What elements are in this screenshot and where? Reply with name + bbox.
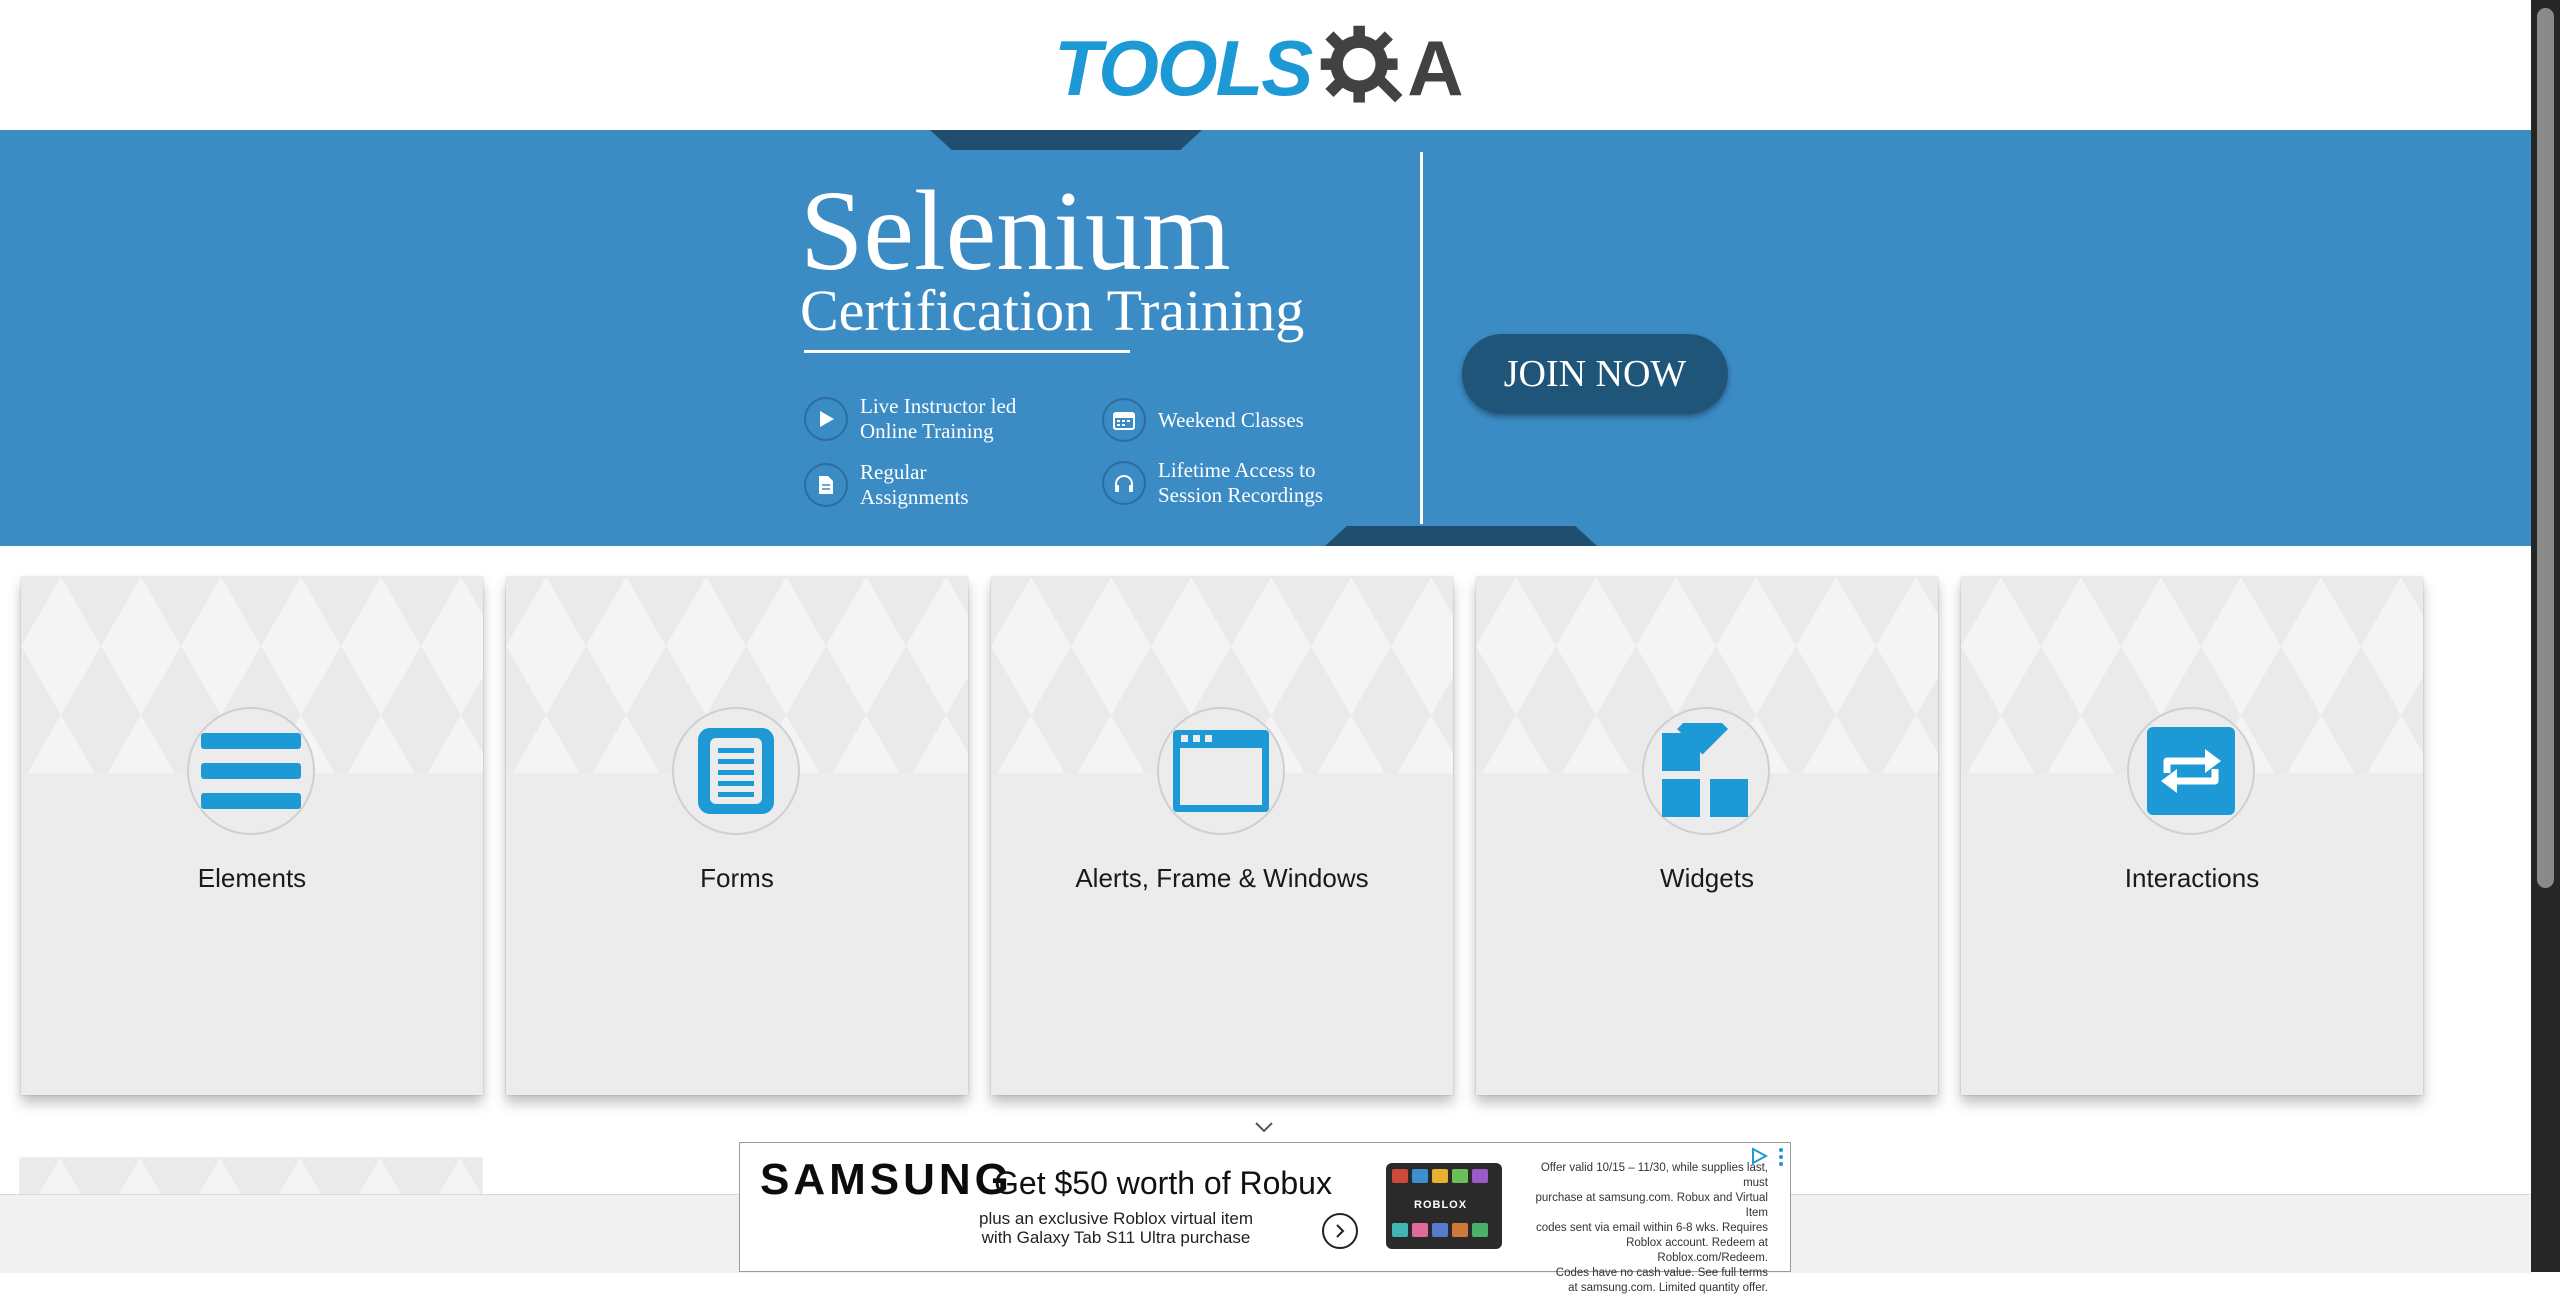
swap-arrows-icon	[2127, 707, 2255, 835]
advertisement[interactable]: SAMSUNG Get $50 worth of Robux plus an e…	[739, 1142, 1791, 1294]
vertical-scrollbar[interactable]	[2531, 0, 2560, 1272]
card-label: Forms	[700, 863, 774, 893]
category-card-elements[interactable]: Elements	[21, 577, 483, 1095]
ad-subtext: plus an exclusive Roblox virtual item wi…	[978, 1209, 1253, 1247]
scrollbar-thumb[interactable]	[2537, 8, 2554, 888]
banner-feature-label: Lifetime Access to Session Recordings	[1158, 458, 1324, 507]
browser-window-icon	[1157, 707, 1285, 835]
gear-magnifier-icon	[1321, 25, 1403, 103]
banner-feature-label: Regular Assignments	[860, 460, 969, 509]
category-card-alerts-frame-windows[interactable]: Alerts, Frame & Windows	[991, 577, 1453, 1095]
chevron-down-icon[interactable]	[1252, 1118, 1276, 1136]
widgets-grid-icon	[1642, 707, 1770, 835]
join-now-button[interactable]: JOIN NOW	[1462, 334, 1728, 414]
banner-accent-stripe	[930, 130, 1202, 150]
banner-feature: Lifetime Access to Session Recordings	[1102, 458, 1323, 508]
card-label: Widgets	[1660, 863, 1754, 893]
more-options-icon[interactable]	[1778, 1147, 1784, 1167]
banner-underline	[804, 350, 1130, 353]
form-document-icon	[672, 707, 800, 835]
site-header: TOOLS A	[0, 0, 2531, 130]
play-icon	[804, 397, 848, 441]
ad-headline: Get $50 worth of Robux	[994, 1165, 1332, 1201]
ad-choices-icon[interactable]	[1750, 1147, 1768, 1165]
tablet-product-image: ROBLOX	[1386, 1163, 1502, 1249]
banner-feature: Live Instructor led Online Training	[804, 394, 1016, 444]
ad-product-label: ROBLOX	[1414, 1199, 1468, 1211]
selenium-training-banner[interactable]: Selenium Certification Training Live Ins…	[0, 130, 2531, 546]
banner-feature: Regular Assignments	[804, 460, 969, 510]
banner-subtitle: Certification Training	[800, 278, 1305, 343]
chevron-right-icon[interactable]	[1322, 1213, 1358, 1249]
category-card-forms[interactable]: Forms	[506, 577, 968, 1095]
banner-divider	[1420, 152, 1423, 524]
toolsqa-logo[interactable]: TOOLS A	[1054, 20, 1464, 116]
category-card-interactions[interactable]: Interactions	[1961, 577, 2423, 1095]
banner-feature: Weekend Classes	[1102, 398, 1304, 442]
logo-text-tools: TOOLS	[1054, 23, 1313, 112]
category-card-widgets[interactable]: Widgets	[1476, 577, 1938, 1095]
card-label: Interactions	[2124, 863, 2260, 893]
banner-accent-stripe	[1325, 526, 1597, 546]
ad-fine-print: Offer valid 10/15 – 11/30, while supplie…	[1535, 1162, 1768, 1294]
card-label: Elements	[197, 863, 307, 893]
calendar-icon	[1102, 398, 1146, 442]
logo-text-a: A	[1407, 23, 1464, 112]
card-label: Alerts, Frame & Windows	[1075, 863, 1369, 893]
ad-brand: SAMSUNG	[760, 1155, 1013, 1204]
banner-title: Selenium	[800, 167, 1231, 294]
banner-feature-label: Live Instructor led Online Training	[860, 394, 1017, 443]
document-icon	[804, 463, 848, 507]
headphones-icon	[1102, 461, 1146, 505]
banner-feature-label: Weekend Classes	[1158, 407, 1304, 432]
hamburger-list-icon	[187, 707, 315, 835]
